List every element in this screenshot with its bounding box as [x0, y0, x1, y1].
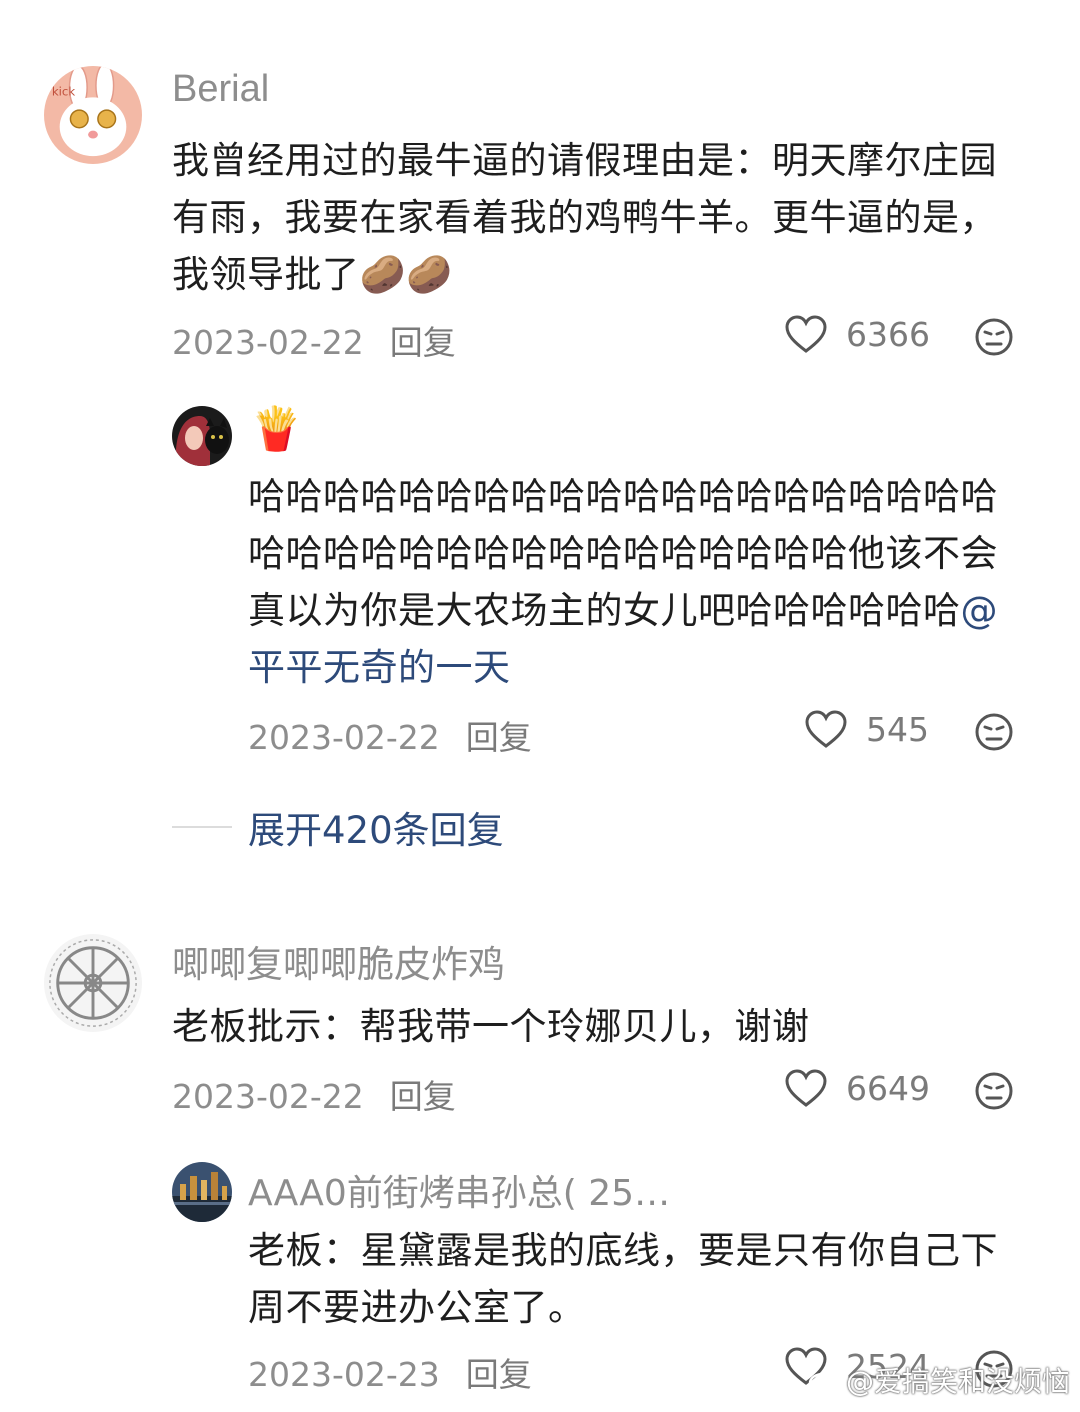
avatar[interactable]: kick — [44, 66, 142, 164]
comment-text: 老板批示：帮我带一个玲娜贝儿，谢谢 — [172, 998, 1017, 1055]
like-button[interactable]: 6366 — [784, 314, 930, 354]
like-button[interactable]: 6649 — [784, 1068, 930, 1108]
like-count: 545 — [866, 709, 929, 749]
reply-text-content: 哈哈哈哈哈哈哈哈哈哈哈哈哈哈哈哈哈哈哈哈哈哈哈哈哈哈哈哈哈哈哈哈哈哈哈哈他该不会… — [248, 475, 998, 632]
expand-replies-label: 展开420条回复 — [248, 809, 504, 852]
svg-text:kick: kick — [52, 84, 76, 98]
like-button[interactable]: 545 — [804, 709, 929, 749]
weibo-logo-icon — [808, 1368, 841, 1394]
comment-username[interactable]: Berial — [172, 68, 269, 111]
heart-icon — [805, 710, 847, 748]
reply-meta: 2023-02-22 回复 — [248, 711, 532, 759]
reply-button[interactable]: 回复 — [390, 1077, 456, 1116]
potato-emoji-icon: 🥔🥔 — [359, 253, 453, 296]
divider — [172, 826, 232, 828]
heart-icon — [785, 315, 827, 353]
reply-button[interactable]: 回复 — [390, 323, 456, 362]
heart-icon — [785, 1069, 827, 1107]
wheel-avatar-icon — [44, 934, 142, 1032]
expand-replies-button[interactable]: 展开420条回复 — [172, 800, 504, 854]
girl-cat-avatar-icon — [172, 406, 232, 466]
like-count: 6366 — [846, 314, 930, 354]
reply-text-content: 老板：星黛露是我的底线，要是只有你自己下周不要进办公室了。 — [248, 1229, 998, 1329]
reply-meta: 2023-02-23 回复 — [248, 1348, 532, 1396]
avatar[interactable] — [172, 406, 232, 466]
watermark: @爱搞笑和没烦恼 — [808, 1360, 1070, 1400]
comment-date: 2023-02-22 — [172, 1077, 364, 1116]
comment-text: 我曾经用过的最牛逼的请假理由是：明天摩尔庄园有雨，我要在家看着我的鸡鸭牛羊。更牛… — [172, 132, 1017, 303]
dislike-face-icon[interactable] — [974, 1071, 1014, 1111]
reply-date: 2023-02-22 — [248, 718, 440, 757]
avatar[interactable] — [44, 934, 142, 1032]
comment-username[interactable]: 唧唧复唧唧脆皮炸鸡 — [172, 934, 505, 988]
city-avatar-icon — [172, 1162, 232, 1222]
reply-text: 哈哈哈哈哈哈哈哈哈哈哈哈哈哈哈哈哈哈哈哈哈哈哈哈哈哈哈哈哈哈哈哈哈哈哈哈他该不会… — [248, 468, 1018, 696]
rabbit-avatar-icon: kick — [44, 66, 142, 164]
watermark-text: @爱搞笑和没烦恼 — [845, 1365, 1070, 1398]
reply-date: 2023-02-23 — [248, 1355, 440, 1394]
comment-text-content: 我曾经用过的最牛逼的请假理由是：明天摩尔庄园有雨，我要在家看着我的鸡鸭牛羊。更牛… — [172, 139, 997, 296]
like-count: 6649 — [846, 1068, 930, 1108]
comment-date: 2023-02-22 — [172, 323, 364, 362]
reply-button[interactable]: 回复 — [466, 718, 532, 757]
reply-username[interactable]: AAA0前街烤串孙总( 25… — [248, 1164, 670, 1216]
comment-meta: 2023-02-22 回复 — [172, 1070, 456, 1118]
dislike-face-icon[interactable] — [974, 317, 1014, 357]
reply-username[interactable]: 🍟 — [250, 404, 302, 454]
comment-text-content: 老板批示：帮我带一个玲娜贝儿，谢谢 — [172, 1005, 810, 1048]
comment-meta: 2023-02-22 回复 — [172, 316, 456, 364]
reply-text: 老板：星黛露是我的底线，要是只有你自己下周不要进办公室了。 — [248, 1222, 1018, 1336]
dislike-face-icon[interactable] — [974, 712, 1014, 752]
reply-button[interactable]: 回复 — [466, 1355, 532, 1394]
avatar[interactable] — [172, 1162, 232, 1222]
